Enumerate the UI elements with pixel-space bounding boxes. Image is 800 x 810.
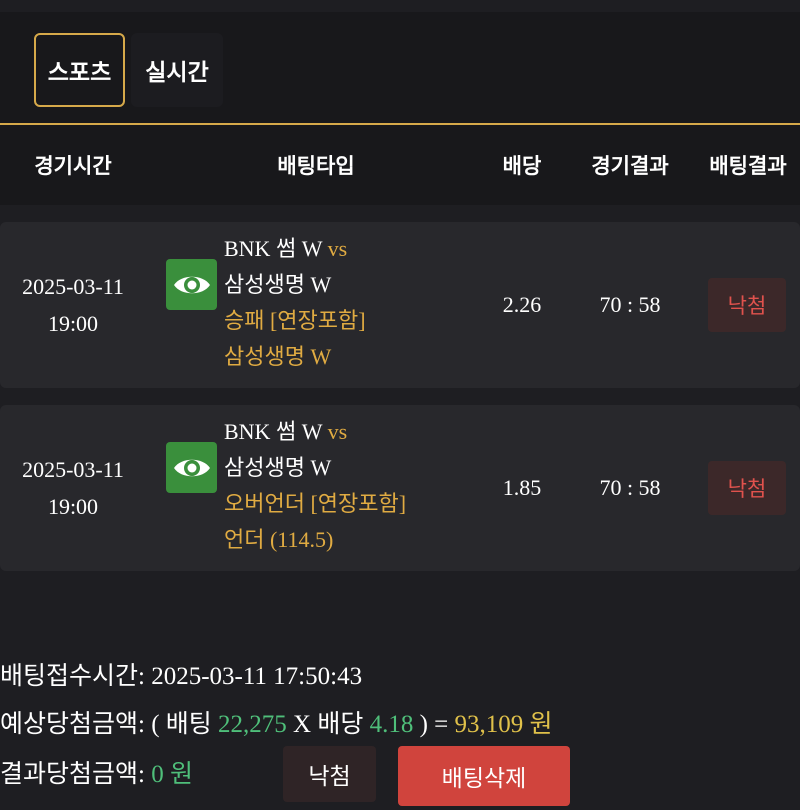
result-label: 결과당첨금액: xyxy=(0,761,145,788)
tab-live[interactable]: 실시간 xyxy=(131,33,223,107)
header-bet-result: 배팅결과 xyxy=(709,155,787,178)
match-time: 2025-03-11 19:00 xyxy=(0,222,146,388)
tab-panel: 스포츠 실시간 xyxy=(0,12,800,124)
odds-value: 2.26 xyxy=(502,292,542,317)
bet-info: BNK 썸 W vs 삼성생명 W 승패 [연장포함] 삼성생명 W xyxy=(224,231,464,375)
status-badge: 낙첨 xyxy=(708,278,786,332)
bet-info: BNK 썸 W vs 삼성생명 W 오버언더 [연장포함] 언더 (114.5) xyxy=(224,414,464,558)
header-game-result: 경기결과 xyxy=(591,155,669,178)
bet-amount: 22,275 xyxy=(218,711,287,738)
match-time: 2025-03-11 19:00 xyxy=(0,405,146,571)
away-team: 삼성생명 W xyxy=(224,455,332,480)
header-odds: 배당 xyxy=(502,155,542,178)
game-score: 70 : 58 xyxy=(599,292,661,317)
status-badge: 낙첨 xyxy=(708,461,786,515)
vs-label: vs xyxy=(327,236,348,261)
total-odds: 4.18 xyxy=(369,711,414,738)
away-team: 삼성생명 W xyxy=(224,272,332,297)
bet-pick: 언더 (114.5) xyxy=(224,527,334,552)
expected-win-line: 예상당첨금액: ( 배팅 22,275 X 배당 4.18 ) = 93,109… xyxy=(0,704,553,740)
table-row: 2025-03-11 19:00 BNK 썸 W vs 삼성생명 W 오버언더 … xyxy=(0,405,800,571)
received-time-line: 배팅접수시간: 2025-03-11 17:50:43 xyxy=(0,656,362,692)
view-button[interactable] xyxy=(166,442,217,493)
view-button[interactable] xyxy=(166,259,217,310)
eye-icon xyxy=(173,276,210,293)
game-score: 70 : 58 xyxy=(599,475,661,500)
close-eq: ) = xyxy=(419,711,449,738)
expected-amount: 93,109 xyxy=(454,711,524,738)
delete-bet-button[interactable]: 배팅삭제 xyxy=(398,746,570,806)
open-paren: ( 배팅 xyxy=(151,711,212,738)
home-team: BNK 썸 W xyxy=(224,236,323,261)
result-amount: 0 xyxy=(151,761,164,788)
home-team: BNK 썸 W xyxy=(224,419,323,444)
received-label: 배팅접수시간: xyxy=(0,663,145,690)
market-type: 승패 [연장포함] xyxy=(224,308,366,333)
times-label: X 배당 xyxy=(293,711,364,738)
result-win-line: 결과당첨금액: 0 원 xyxy=(0,754,193,790)
match-hour: 19:00 xyxy=(47,494,99,519)
table-row: 2025-03-11 19:00 BNK 썸 W vs 삼성생명 W 승패 [연… xyxy=(0,222,800,388)
expected-label: 예상당첨금액: xyxy=(0,711,145,738)
received-value: 2025-03-11 17:50:43 xyxy=(151,663,363,690)
table-header: 경기시간 배팅타입 배당 경기결과 배팅결과 xyxy=(0,125,800,205)
vs-label: vs xyxy=(327,419,348,444)
bet-pick: 삼성생명 W xyxy=(224,344,332,369)
eye-icon xyxy=(173,459,210,476)
match-date: 2025-03-11 xyxy=(22,457,124,482)
match-date: 2025-03-11 xyxy=(22,274,124,299)
market-type: 오버언더 [연장포함] xyxy=(224,491,407,516)
expected-currency: 원 xyxy=(529,711,553,738)
match-hour: 19:00 xyxy=(47,311,99,336)
header-time: 경기시간 xyxy=(34,155,112,178)
tab-sports[interactable]: 스포츠 xyxy=(34,33,125,107)
lost-button[interactable]: 낙첨 xyxy=(283,746,376,802)
odds-value: 1.85 xyxy=(502,475,542,500)
header-bet-type: 배팅타입 xyxy=(277,155,355,178)
result-currency: 원 xyxy=(169,761,193,788)
